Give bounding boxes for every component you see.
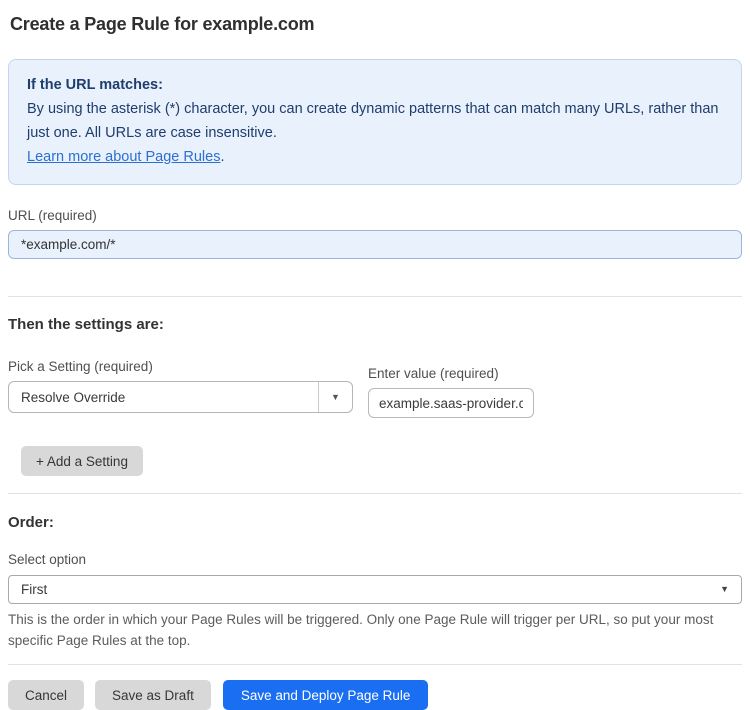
page-title: Create a Page Rule for example.com	[10, 14, 315, 34]
order-select[interactable]: First ▼	[8, 575, 742, 604]
setting-select-arrow-button[interactable]: ▼	[318, 382, 352, 412]
link-period: .	[220, 149, 225, 165]
setting-select-label: Pick a Setting (required)	[8, 359, 153, 374]
create-page-rule-form: Create a Page Rule for example.com If th…	[0, 12, 750, 710]
divider	[8, 664, 742, 665]
order-select-label: Select option	[8, 552, 87, 567]
order-section-heading: Order:	[8, 514, 54, 531]
setting-value-input[interactable]	[368, 388, 534, 418]
info-box-heading: If the URL matches:	[27, 77, 163, 93]
setting-value-label: Enter value (required)	[368, 366, 499, 381]
setting-select-group: Pick a Setting (required) Resolve Overri…	[8, 359, 353, 413]
setting-select[interactable]: Resolve Override ▼	[8, 381, 353, 413]
url-field-label: URL (required)	[8, 208, 97, 223]
chevron-down-icon: ▼	[331, 391, 340, 402]
settings-row: Pick a Setting (required) Resolve Overri…	[8, 359, 742, 418]
info-box-link-line: Learn more about Page Rules.	[27, 145, 723, 169]
order-select-value: First	[21, 582, 48, 597]
url-input[interactable]	[8, 230, 742, 259]
setting-value-group: Enter value (required)	[368, 366, 534, 418]
url-match-info-box: If the URL matches: By using the asteris…	[8, 59, 742, 185]
setting-select-value: Resolve Override	[21, 389, 126, 405]
settings-section-heading: Then the settings are:	[8, 316, 164, 333]
chevron-down-icon: ▼	[720, 584, 729, 594]
divider	[8, 493, 742, 494]
divider	[8, 296, 742, 297]
save-and-deploy-button[interactable]: Save and Deploy Page Rule	[222, 680, 429, 710]
add-setting-button[interactable]: + Add a Setting	[21, 446, 143, 476]
footer-button-row: Cancel Save as Draft Save and Deploy Pag…	[8, 680, 742, 710]
learn-more-link[interactable]: Learn more about Page Rules	[27, 149, 220, 165]
order-help-text: This is the order in which your Page Rul…	[8, 612, 714, 648]
info-box-body: By using the asterisk (*) character, you…	[27, 101, 719, 141]
save-as-draft-button[interactable]: Save as Draft	[95, 680, 211, 710]
cancel-button[interactable]: Cancel	[8, 680, 85, 710]
